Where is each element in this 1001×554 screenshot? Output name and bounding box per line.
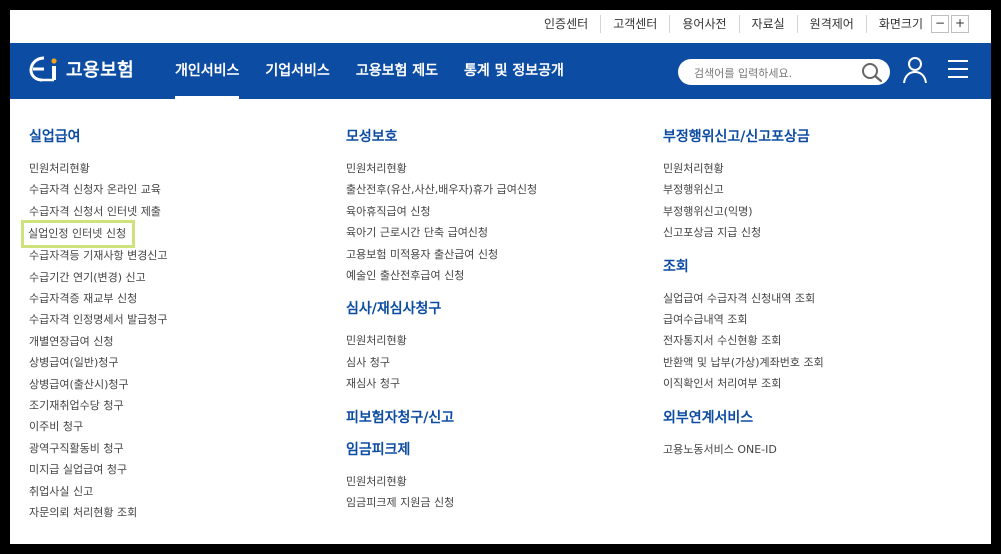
- zoom-label: 화면크기: [865, 15, 929, 33]
- util-link-remote-control[interactable]: 원격제어: [796, 15, 866, 33]
- list-item[interactable]: 자문의뢰 처리현황 조회: [29, 502, 168, 523]
- list-item[interactable]: 급여수급내역 조회: [663, 309, 824, 330]
- section-external-services: 외부연계서비스 고용노동서비스 ONE-ID: [663, 409, 824, 460]
- nav-insurance-system[interactable]: 고용보험 제도: [343, 43, 451, 99]
- list-item[interactable]: 수급자격증 재교부 신청: [29, 288, 168, 309]
- list-item[interactable]: 취업사실 신고: [29, 481, 168, 502]
- list-item[interactable]: 고용보험 미적용자 출산급여 신청: [346, 244, 537, 265]
- list-item[interactable]: 수급기간 연기(변경) 신고: [29, 267, 168, 288]
- site-logo[interactable]: 고용보험: [28, 55, 134, 83]
- main-nav: 개인서비스 기업서비스 고용보험 제도 통계 및 정보공개: [162, 43, 577, 99]
- browser-viewport: 인증센터 고객센터 용어사전 자료실 원격제어 화면크기 − + 고용보험 개인…: [10, 10, 991, 544]
- sitemap-column-3: 부정행위신고/신고포상금 민원처리현황 부정행위신고 부정행위신고(익명) 신고…: [663, 128, 824, 460]
- list-item[interactable]: 전자통지서 수신현황 조회: [663, 330, 824, 351]
- list-item[interactable]: 부정행위신고: [663, 179, 824, 200]
- section-maternity-protection: 모성보호 민원처리현황 출산전후(유산,사산,배우자)휴가 급여신청 육아휴직급…: [346, 128, 537, 286]
- utility-links: 인증센터 고객센터 용어사전 자료실 원격제어 화면크기 − +: [532, 15, 969, 33]
- section-insured-claims: 피보험자청구/신고: [346, 409, 537, 427]
- list-item[interactable]: 신고포상금 지급 신청: [663, 222, 824, 243]
- nav-business-services[interactable]: 기업서비스: [252, 43, 342, 99]
- utility-bar: 인증센터 고객센터 용어사전 자료실 원격제어 화면크기 − +: [10, 10, 991, 42]
- list-item[interactable]: 민원처리현황: [346, 158, 537, 179]
- list-item[interactable]: 미지급 실업급여 청구: [29, 459, 168, 480]
- search-box: [678, 59, 890, 85]
- section-wage-peak: 임금피크제 민원처리현황 임금피크제 지원금 신청: [346, 441, 537, 514]
- section-inquiry: 조회 실업급여 수급자격 신청내역 조회 급여수급내역 조회 전자통지서 수신현…: [663, 258, 824, 395]
- list-item[interactable]: 수급자격 신청서 인터넷 제출: [29, 201, 168, 222]
- logo-text: 고용보험: [66, 60, 135, 81]
- list-item[interactable]: 심사 청구: [346, 352, 537, 373]
- list-item[interactable]: 수급자격 인정명세서 발급청구: [29, 309, 168, 330]
- section-title[interactable]: 부정행위신고/신고포상금: [663, 128, 824, 146]
- section-title[interactable]: 모성보호: [346, 128, 537, 146]
- list-item[interactable]: 부정행위신고(익명): [663, 201, 824, 222]
- section-title[interactable]: 임금피크제: [346, 441, 537, 459]
- util-link-customer-center[interactable]: 고객센터: [600, 15, 669, 33]
- list-item[interactable]: 반환액 및 납부(가상)계좌번호 조회: [663, 352, 824, 373]
- section-title[interactable]: 외부연계서비스: [663, 409, 824, 427]
- list-item[interactable]: 민원처리현황: [663, 158, 824, 179]
- list-item[interactable]: 수급자격등 기재사항 변경신고: [29, 245, 168, 266]
- search-input[interactable]: [692, 63, 856, 83]
- nav-personal-services[interactable]: 개인서비스: [162, 43, 252, 99]
- section-unemployment-benefit: 실업급여 민원처리현황 수급자격 신청자 온라인 교육 수급자격 신청서 인터넷…: [20, 128, 168, 524]
- util-link-glossary[interactable]: 용어사전: [669, 15, 738, 33]
- list-item[interactable]: 출산전후(유산,사산,배우자)휴가 급여신청: [346, 179, 537, 200]
- list-item-highlighted[interactable]: 실업인정 인터넷 신청: [20, 220, 136, 249]
- hamburger-menu-icon[interactable]: [946, 58, 970, 80]
- list-item[interactable]: 상병급여(일반)청구: [29, 352, 168, 373]
- list-item[interactable]: 고용노동서비스 ONE-ID: [663, 439, 824, 460]
- section-title[interactable]: 심사/재심사청구: [346, 300, 537, 318]
- list-item[interactable]: 조기재취업수당 청구: [29, 395, 168, 416]
- section-title[interactable]: 조회: [663, 258, 824, 276]
- list-item[interactable]: 민원처리현황: [346, 471, 537, 492]
- util-link-cert-center[interactable]: 인증센터: [532, 15, 600, 33]
- logo-ei-icon: [29, 56, 57, 82]
- section-title[interactable]: 피보험자청구/신고: [346, 409, 537, 427]
- list-item[interactable]: 광역구직활동비 청구: [29, 438, 168, 459]
- list-item[interactable]: 재심사 청구: [346, 373, 537, 394]
- sitemap-column-2: 모성보호 민원처리현황 출산전후(유산,사산,배우자)휴가 급여신청 육아휴직급…: [346, 128, 537, 513]
- search-icon[interactable]: [860, 61, 884, 83]
- zoom-out-button[interactable]: −: [931, 15, 949, 33]
- util-link-resources[interactable]: 자료실: [738, 15, 797, 33]
- list-item[interactable]: 예술인 출산전후급여 신청: [346, 265, 537, 286]
- user-icon[interactable]: [902, 56, 928, 84]
- list-item[interactable]: 민원처리현황: [29, 158, 168, 179]
- section-review-appeal: 심사/재심사청구 민원처리현황 심사 청구 재심사 청구: [346, 300, 537, 394]
- section-title[interactable]: 실업급여: [29, 128, 168, 146]
- zoom-in-button[interactable]: +: [951, 15, 969, 33]
- list-item[interactable]: 수급자격 신청자 온라인 교육: [29, 179, 168, 200]
- list-item[interactable]: 육아기 근로시간 단축 급여신청: [346, 222, 537, 243]
- section-fraud-report: 부정행위신고/신고포상금 민원처리현황 부정행위신고 부정행위신고(익명) 신고…: [663, 128, 824, 244]
- sitemap-column-1: 실업급여 민원처리현황 수급자격 신청자 온라인 교육 수급자격 신청서 인터넷…: [20, 128, 168, 524]
- nav-statistics-disclosure[interactable]: 통계 및 정보공개: [451, 43, 577, 99]
- list-item[interactable]: 실업급여 수급자격 신청내역 조회: [663, 288, 824, 309]
- list-item[interactable]: 임금피크제 지원금 신청: [346, 492, 537, 513]
- list-item[interactable]: 육아휴직급여 신청: [346, 201, 537, 222]
- list-item[interactable]: 이주비 청구: [29, 416, 168, 437]
- list-item[interactable]: 민원처리현황: [346, 330, 537, 351]
- main-header: 고용보험 개인서비스 기업서비스 고용보험 제도 통계 및 정보공개: [10, 43, 991, 99]
- list-item[interactable]: 상병급여(출산시)청구: [29, 374, 168, 395]
- list-item[interactable]: 개별연장급여 신청: [29, 331, 168, 352]
- list-item[interactable]: 이직확인서 처리여부 조회: [663, 373, 824, 394]
